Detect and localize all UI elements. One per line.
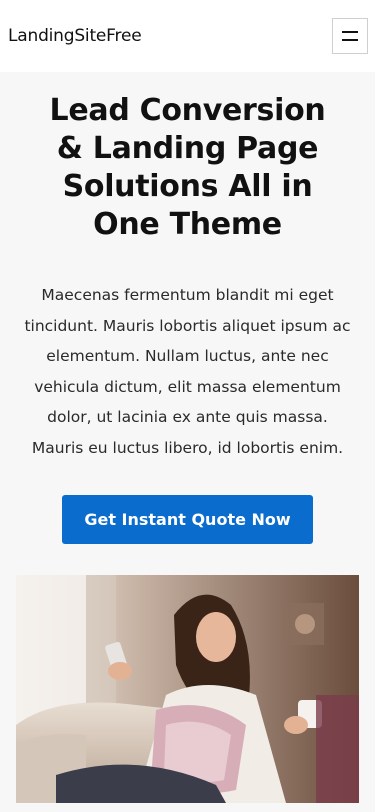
site-header: LandingSiteFree: [0, 0, 375, 72]
hamburger-menu-icon-bar: [342, 39, 358, 41]
hamburger-menu-icon: [342, 31, 358, 33]
hero-description: Maecenas fermentum blandit mi eget tinci…: [24, 286, 351, 457]
hero-image: [16, 575, 359, 803]
get-quote-button[interactable]: Get Instant Quote Now: [62, 495, 313, 544]
menu-button[interactable]: [332, 18, 368, 54]
hero-section: Lead Conversion & Landing Page Solutions…: [0, 72, 375, 544]
hero-photo-illustration: [16, 575, 359, 803]
hero-title: Lead Conversion & Landing Page Solutions…: [49, 93, 326, 242]
site-logo[interactable]: LandingSiteFree: [8, 26, 142, 46]
